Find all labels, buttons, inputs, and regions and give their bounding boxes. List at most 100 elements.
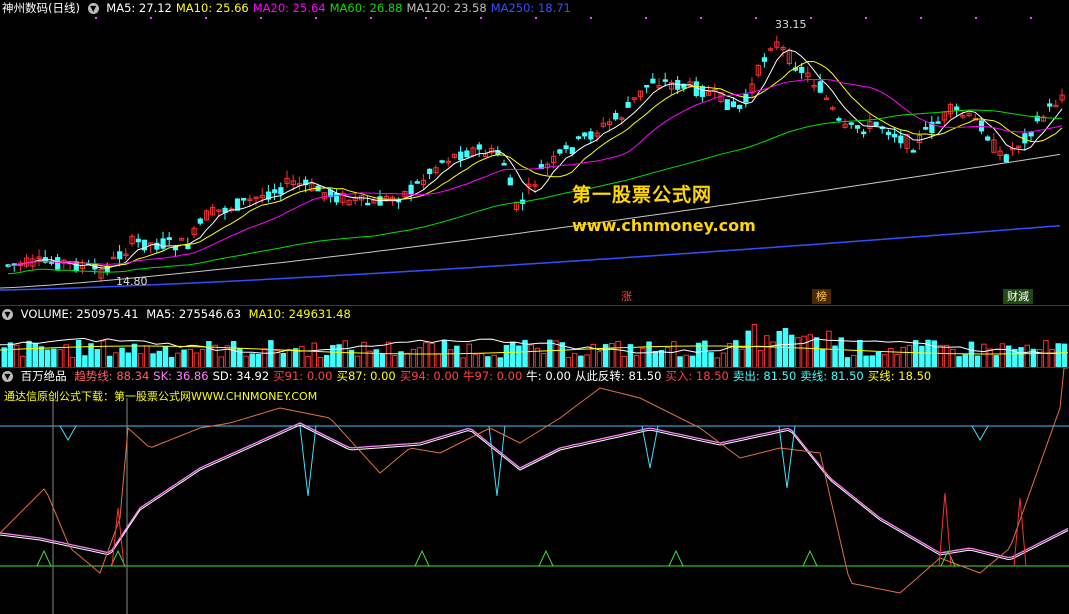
volume-bar xyxy=(119,347,125,368)
volume-bar xyxy=(881,354,888,368)
candle-body xyxy=(117,251,123,260)
volume-ma5: MA5: 275546.63 xyxy=(146,307,242,321)
volume-bar xyxy=(658,349,665,368)
volume-bar xyxy=(943,344,950,368)
buy-signal xyxy=(538,549,554,567)
ref-dot xyxy=(700,17,702,19)
volume-bar xyxy=(906,344,913,368)
volume-bar xyxy=(249,353,255,368)
volume-bar xyxy=(447,349,454,368)
volume-bar xyxy=(1061,343,1068,368)
volume-bar xyxy=(311,342,317,368)
ma-value: MA10: 25.66 xyxy=(175,1,249,15)
event-tag-list[interactable]: 榜 xyxy=(812,289,831,304)
volume-bar xyxy=(94,349,100,368)
volume-bar xyxy=(292,348,299,368)
buy-signal xyxy=(802,549,818,567)
kline-header: 神州数码(日线) ▼ MA5: 27.12 MA10: 25.66 MA20: 25… xyxy=(2,1,579,16)
indicator-panel[interactable]: ▼ 百万绝品 趋势线: 88.34 SK: 36.86 SD: 34.92 买91: … xyxy=(0,368,1069,614)
volume-bar xyxy=(571,353,578,368)
volume-bar xyxy=(113,352,119,368)
volume-bar xyxy=(528,344,534,368)
volume-bar xyxy=(857,339,863,368)
volume-bar xyxy=(268,340,274,368)
candle-body xyxy=(501,163,507,166)
volume-bar xyxy=(156,350,162,368)
volume-bar xyxy=(385,341,392,368)
event-tag-limit-up[interactable]: 涨 xyxy=(617,289,636,304)
volume-bar xyxy=(813,337,820,368)
volume-bar xyxy=(38,346,45,368)
indicator-value: SD: 34.92 xyxy=(212,369,270,383)
sk-line xyxy=(0,422,1069,559)
volume-bar xyxy=(373,349,379,368)
candle-body xyxy=(730,101,737,108)
volume-bar xyxy=(615,340,621,368)
ma-value: MA120: 23.58 xyxy=(406,1,487,15)
volume-bar xyxy=(801,335,807,368)
candle-body xyxy=(464,150,470,158)
candle-body xyxy=(854,125,861,129)
volume-bar xyxy=(931,340,937,368)
volume-bar xyxy=(286,348,293,368)
volume-bar xyxy=(206,341,212,368)
candle-body xyxy=(439,160,445,163)
volume-bar xyxy=(423,342,429,368)
candle-body xyxy=(978,120,985,132)
volume-bar xyxy=(962,354,968,368)
ref-dot xyxy=(755,17,757,19)
volume-bar xyxy=(137,353,144,368)
volume-bar xyxy=(522,339,528,368)
candle-body xyxy=(650,78,656,84)
indicator-value: 买91: 0.00 xyxy=(273,369,333,383)
indicator-chart[interactable] xyxy=(0,368,1069,614)
volume-bar xyxy=(999,343,1006,368)
ref-dot xyxy=(95,17,97,19)
ref-dot xyxy=(975,17,977,19)
candle-body xyxy=(799,66,805,73)
volume-bar xyxy=(516,345,522,368)
ref-dot xyxy=(1030,17,1032,19)
volume-bar xyxy=(547,339,553,368)
indicator-value-list: 趋势线: 88.34 SK: 36.86 SD: 34.92 买91: 0.00 买87… xyxy=(74,369,935,383)
candle-body xyxy=(761,57,768,62)
volume-bar xyxy=(708,352,714,368)
sell-signal xyxy=(299,425,317,497)
volume-bar xyxy=(702,340,708,368)
buy-signal xyxy=(36,549,52,567)
kline-panel[interactable]: 神州数码(日线) ▼ MA5: 27.12 MA10: 25.66 MA20: 25… xyxy=(0,0,1069,305)
volume-panel[interactable]: ▼ VOLUME: 250975.41 MA5: 275546.63 MA10:… xyxy=(0,306,1069,368)
event-tag-earnings[interactable]: 财減 xyxy=(1003,289,1033,304)
kline-chart[interactable] xyxy=(0,0,1069,305)
volume-bar xyxy=(150,353,156,368)
sell-signal xyxy=(488,425,506,497)
stock-title[interactable]: 神州数码(日线) xyxy=(2,1,80,15)
volume-bar xyxy=(212,344,218,368)
candle-body xyxy=(892,133,898,138)
candle-body xyxy=(458,151,464,161)
volume-bar xyxy=(472,354,479,368)
candle-body xyxy=(898,135,904,144)
indicator-value: 卖线: 81.50 xyxy=(800,369,864,383)
candle-body xyxy=(197,218,203,224)
indicator-name[interactable]: 百万绝品 xyxy=(21,369,67,383)
volume-bar xyxy=(509,341,516,368)
formula-note: 通达信原创公式下载：第一股票公式网WWW.CHNMONEY.COM xyxy=(4,390,318,403)
candle-body xyxy=(985,136,991,141)
chevron-down-icon[interactable]: ▼ xyxy=(87,3,99,14)
volume-bar xyxy=(968,341,975,368)
buy-signal xyxy=(668,549,684,567)
candle-body xyxy=(414,181,420,184)
volume-bar xyxy=(435,353,441,368)
chevron-down-icon[interactable]: ▼ xyxy=(2,309,13,320)
candle-body xyxy=(272,189,278,194)
volume-bar xyxy=(894,353,900,368)
volume-bar xyxy=(1,347,7,368)
candle-body xyxy=(644,85,650,88)
volume-bar xyxy=(776,330,782,368)
volume-bar xyxy=(144,345,150,368)
volume-bar xyxy=(671,341,677,368)
candle-body xyxy=(836,118,842,121)
ref-dot xyxy=(315,17,317,19)
chevron-down-icon[interactable]: ▼ xyxy=(2,371,13,382)
